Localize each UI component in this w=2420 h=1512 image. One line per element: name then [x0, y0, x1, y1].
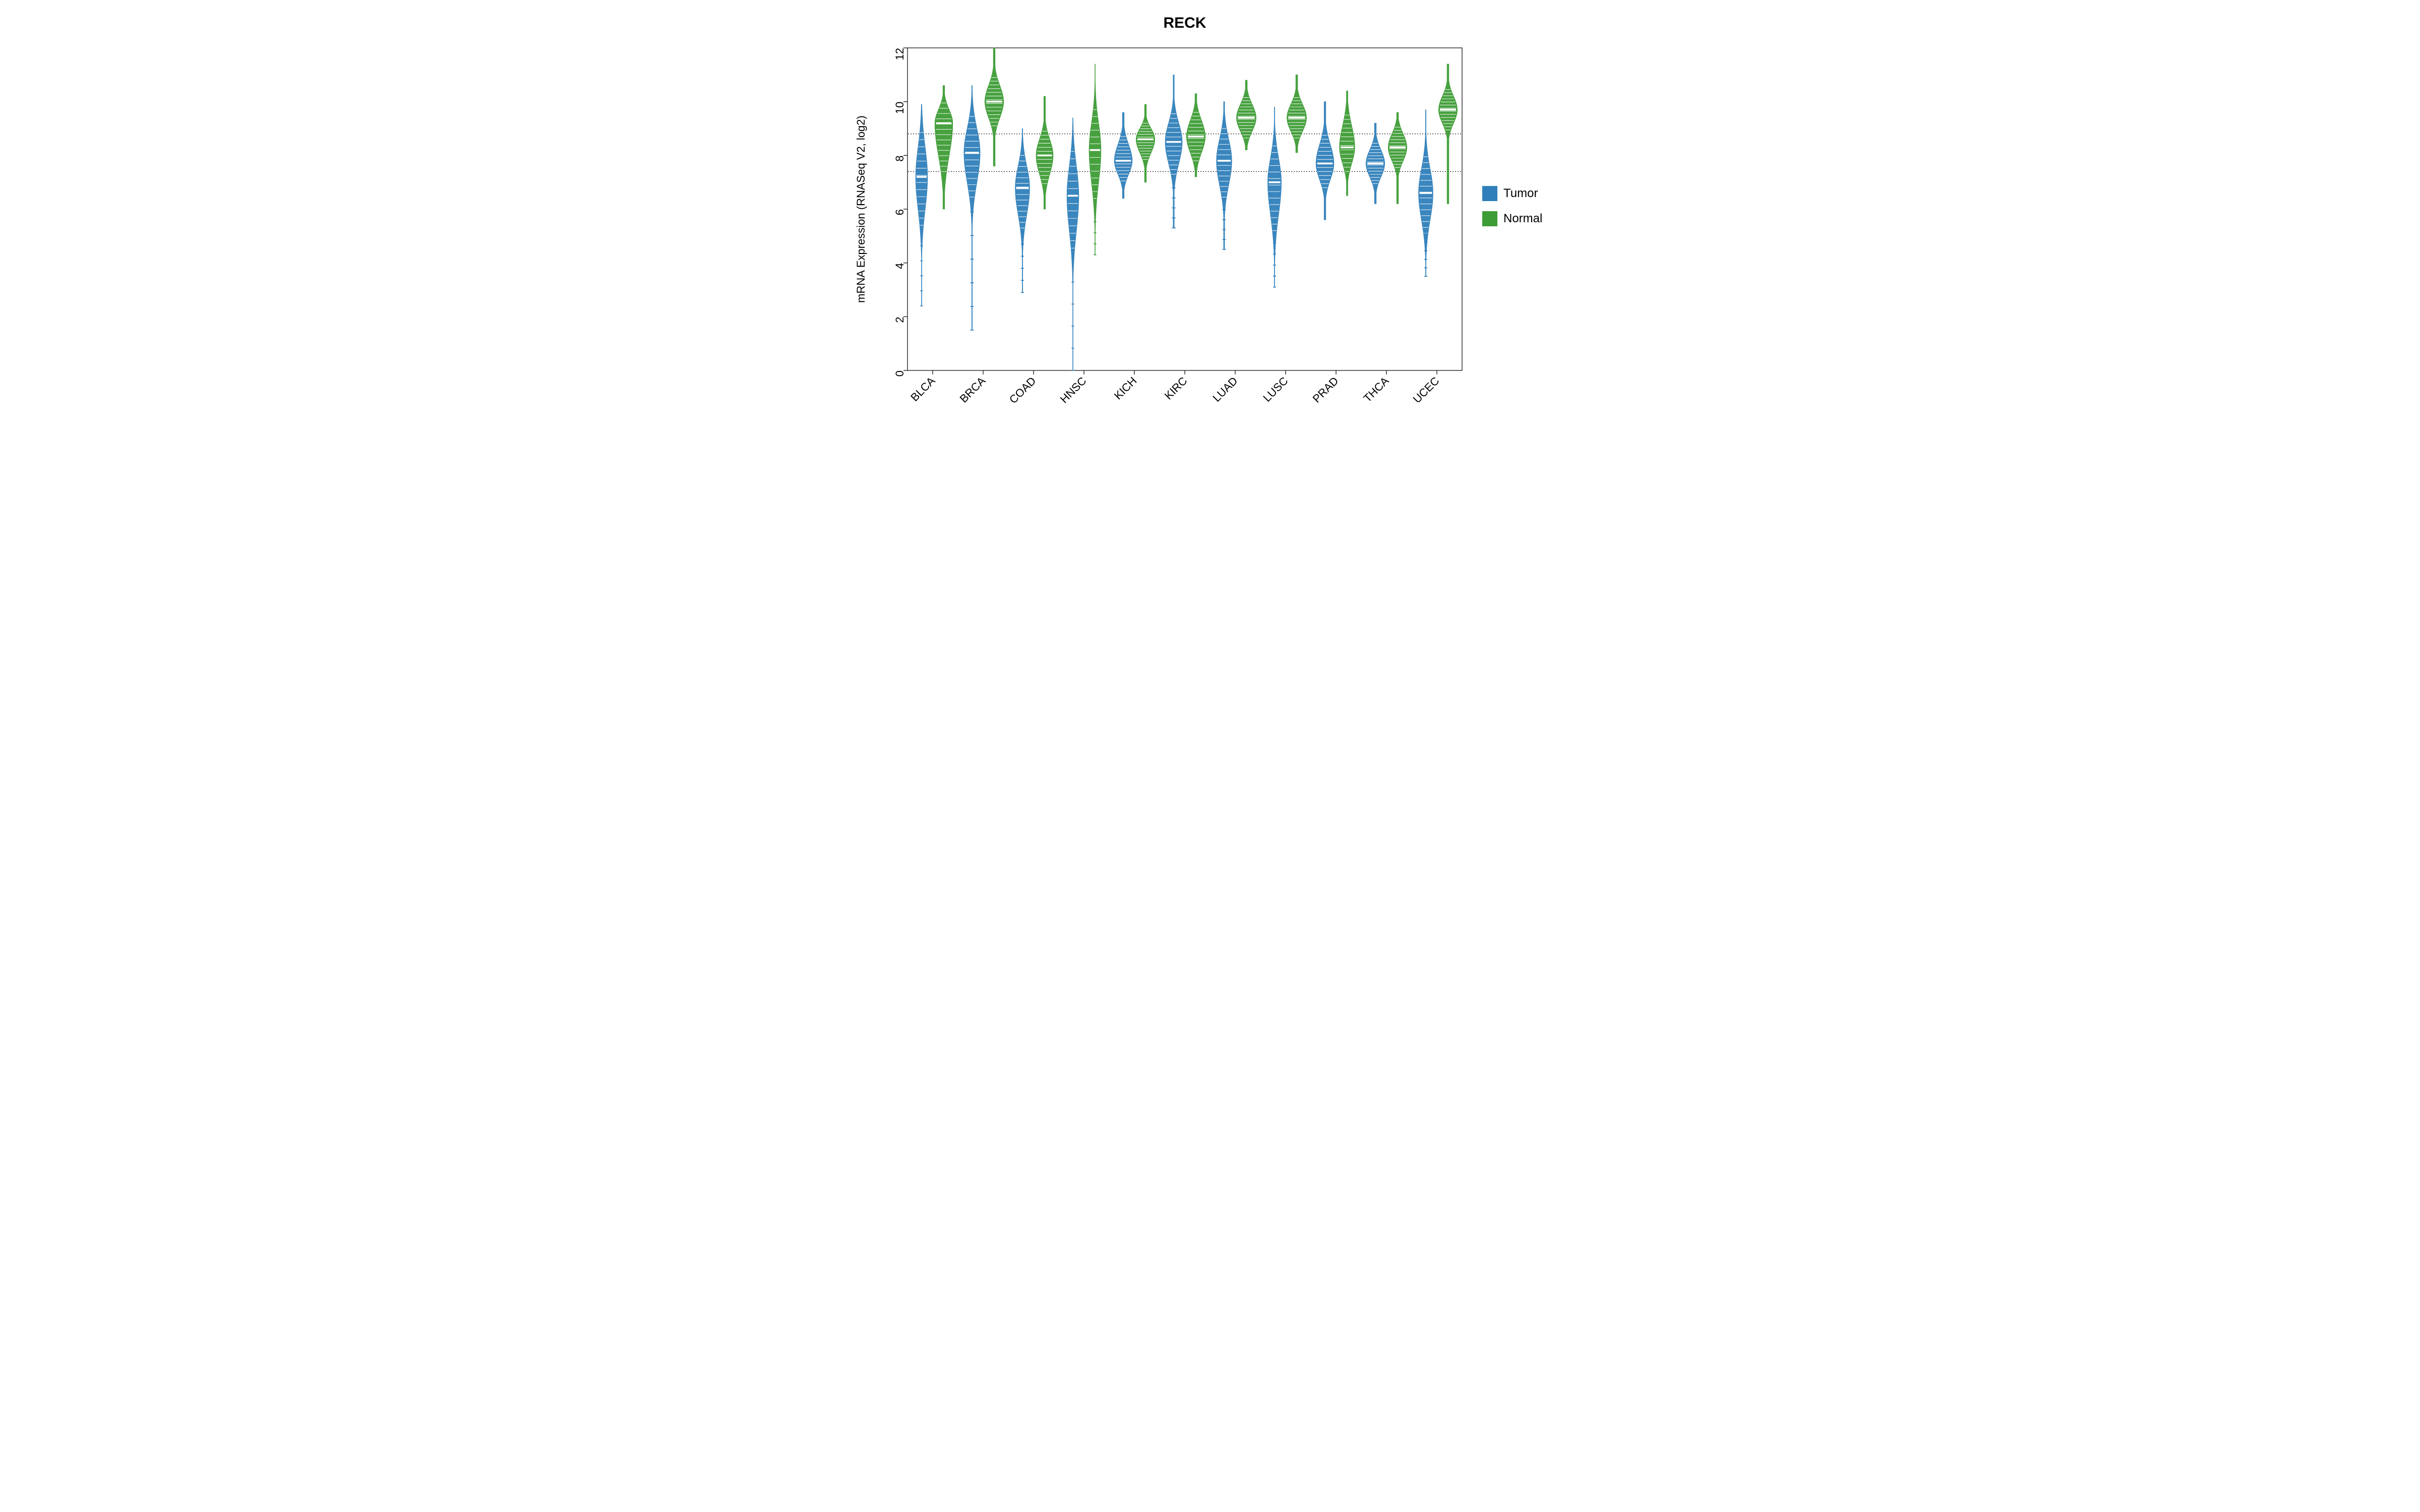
chart-title: RECK — [1163, 15, 1206, 31]
violin-tumor — [1067, 118, 1079, 370]
violin-tumor — [964, 86, 980, 330]
legend-label: Normal — [1503, 212, 1542, 225]
chart-container: RECK 0 2 4 6 8 10 12 mRNA Expression (RNASeq V2,… — [842, 0, 1578, 460]
x-category-label: KICH — [1112, 374, 1139, 402]
y-tick-label: 6 — [893, 209, 906, 215]
violin-normal — [935, 86, 953, 209]
x-category-label: BLCA — [908, 374, 938, 404]
violin-plot: RECK 0 2 4 6 8 10 12 mRNA Expression (RNASeq V2,… — [842, 0, 1578, 460]
x-category-label: LUAD — [1210, 374, 1240, 404]
legend-label: Tumor — [1503, 186, 1538, 200]
x-category-label: COAD — [1007, 374, 1039, 406]
y-axis-label: mRNA Expression (RNASeq V2, log2) — [855, 115, 867, 303]
x-category-label: KIRC — [1162, 374, 1190, 402]
violin-tumor — [1217, 102, 1232, 249]
x-category-label: PRAD — [1310, 374, 1341, 405]
violin-tumor — [1165, 75, 1182, 228]
y-tick-label: 4 — [893, 263, 906, 269]
x-category-label: LUSC — [1260, 374, 1290, 404]
legend-swatch — [1482, 186, 1497, 201]
y-tick-label: 2 — [893, 317, 906, 323]
violin-tumor — [1114, 112, 1132, 199]
y-tick-label: 0 — [893, 370, 906, 376]
x-category-label: HNSC — [1058, 374, 1089, 406]
violin-tumor — [1015, 129, 1030, 292]
violin-normal — [1089, 64, 1101, 255]
violin-normal — [1340, 91, 1355, 196]
violin-normal — [1438, 64, 1457, 204]
violin-normal — [1186, 94, 1205, 177]
x-category-label: UCEC — [1411, 374, 1442, 406]
x-category-label: BRCA — [957, 374, 988, 405]
y-tick-label: 12 — [893, 48, 906, 60]
violin-normal — [1036, 96, 1053, 209]
violin-tumor — [1316, 102, 1334, 220]
violin-normal — [1236, 80, 1256, 150]
violin-normal — [1136, 104, 1155, 182]
legend: Tumor Normal — [1482, 186, 1542, 226]
legend-swatch — [1482, 211, 1497, 226]
y-tick-label: 8 — [893, 155, 906, 161]
y-tick-label: 10 — [893, 102, 906, 114]
x-category-label: THCA — [1361, 374, 1392, 405]
violin-normal — [1287, 75, 1306, 153]
